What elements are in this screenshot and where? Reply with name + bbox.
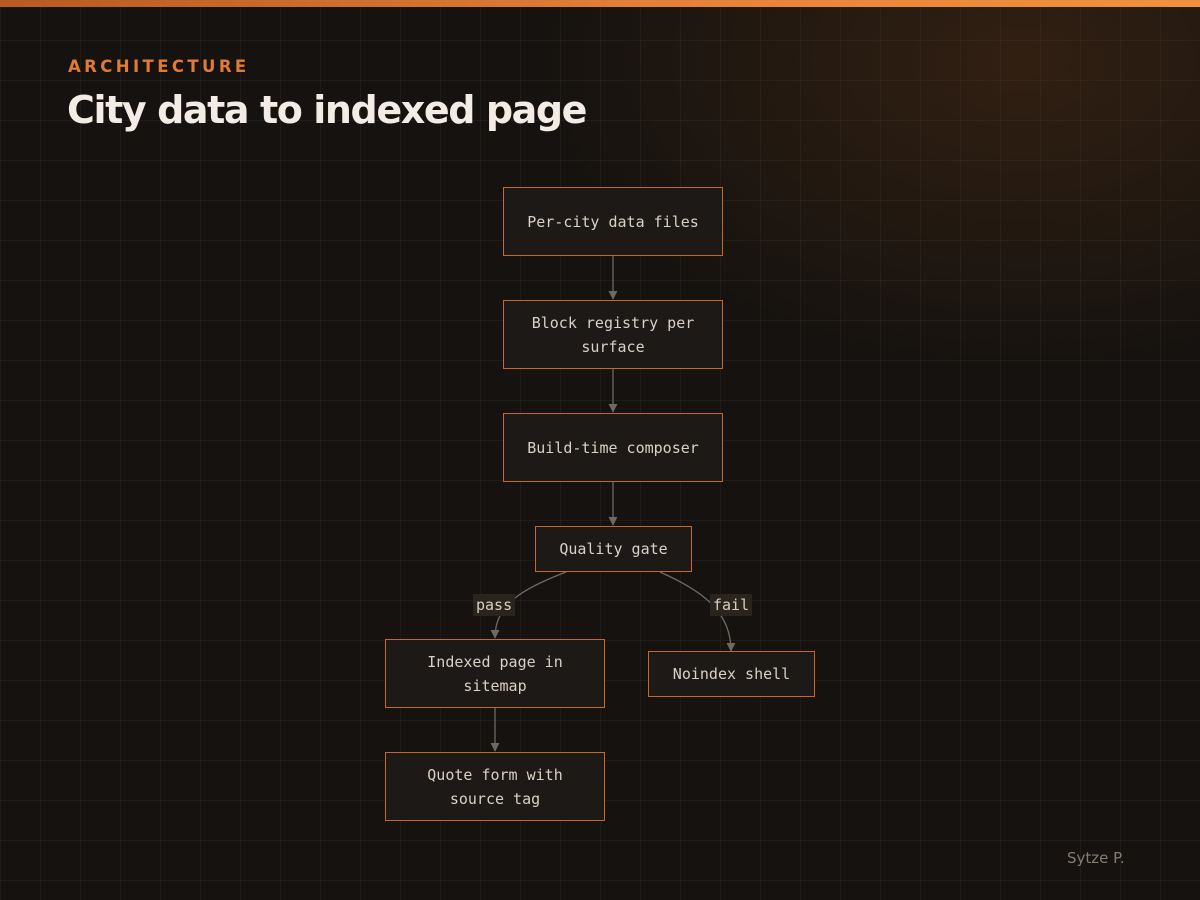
author-signature: Sytze P.: [1067, 849, 1125, 867]
node-build-time-composer: Build-time composer: [503, 413, 723, 482]
node-indexed-page: Indexed page in sitemap: [385, 639, 605, 708]
edge-label-fail: fail: [710, 594, 753, 616]
node-quote-form: Quote form with source tag: [385, 752, 605, 821]
edge-label-pass: pass: [473, 594, 516, 616]
node-per-city-data-files: Per-city data files: [503, 187, 723, 256]
node-block-registry: Block registry per surface: [503, 300, 723, 369]
node-noindex-shell: Noindex shell: [648, 651, 815, 697]
node-quality-gate: Quality gate: [535, 526, 692, 572]
